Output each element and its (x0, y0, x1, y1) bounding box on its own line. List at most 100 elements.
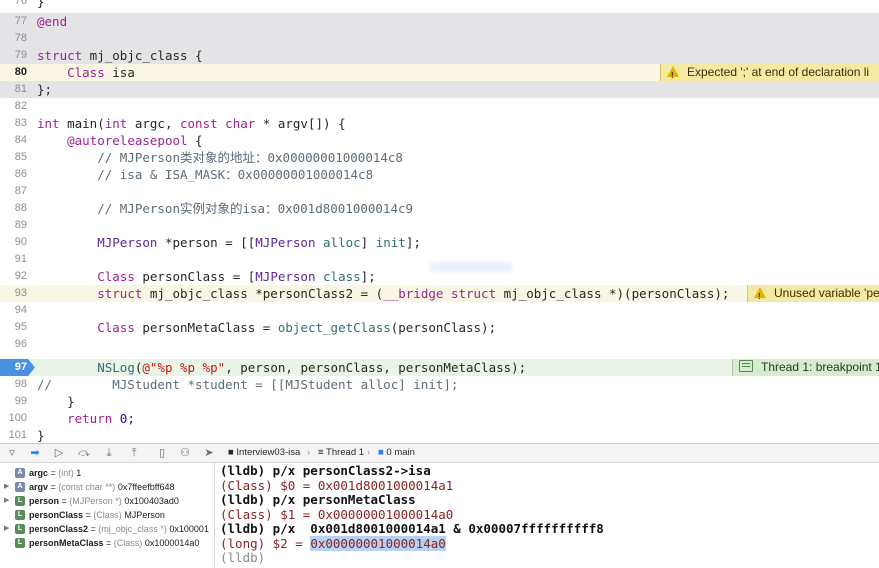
line-number: 98 (14, 378, 27, 390)
variable-row[interactable]: L personClass = (Class) MJPerson (0, 508, 214, 522)
variables-view[interactable]: A argc = (int) 1 ▶ A argv = (const char … (0, 463, 215, 568)
variable-row[interactable]: ▶ L person = (MJPerson *) 0x100403ad0 (0, 494, 214, 508)
console-prompt[interactable]: (lldb) (220, 550, 265, 566)
line-number: 82 (14, 100, 27, 112)
code-line-96: 96 (0, 336, 879, 353)
code-line-89: 89 (0, 217, 879, 234)
code-line-79: 79 struct mj_objc_class { (0, 47, 879, 64)
warning-icon (667, 66, 679, 81)
code-text: Class personMetaClass = object_getClass(… (97, 320, 497, 335)
error-annotation[interactable]: Expected ';' at end of declaration li (660, 64, 879, 81)
disclosure-triangle-icon[interactable]: ▶ (4, 522, 9, 536)
thread-icon (739, 360, 753, 372)
warning-annotation[interactable]: Unused variable 'pe (747, 285, 879, 302)
code-comment: // MJPerson类对象的地址：0x00000001000014c8 (37, 150, 403, 165)
breakpoint-annotation[interactable]: Thread 1: breakpoint 1 (732, 359, 879, 376)
argument-icon: A (15, 468, 25, 478)
local-variable-icon: L (15, 510, 25, 520)
step-over-icon[interactable]: ⤼ (77, 446, 91, 460)
source-editor[interactable]: 76 } 77 @end 78 79 struct mj_objc_class … (0, 0, 879, 443)
code-text: struct mj_objc_class { (37, 48, 203, 63)
selected-text[interactable]: 0x00000001000014a0 (310, 535, 446, 551)
continue-icon[interactable]: ▷ (52, 446, 66, 460)
code-text: Class personClass = [MJPerson class]; (97, 269, 376, 284)
breadcrumb-separator: › (367, 447, 371, 458)
line-number: 83 (14, 117, 27, 129)
line-number: 80 (14, 66, 27, 78)
line-number: 79 (14, 49, 27, 61)
line-number: 99 (14, 395, 27, 407)
disclosure-triangle-icon[interactable]: ▶ (4, 494, 9, 508)
code-text: @end (37, 14, 68, 29)
argument-icon: A (15, 482, 25, 492)
code-comment: // MJPerson实例对象的isa：0x001d8001000014c9 (37, 201, 414, 216)
code-text: Class isa (67, 65, 135, 80)
local-variable-icon: L (15, 524, 25, 534)
code-line-94: 94 (0, 302, 879, 319)
code-text: } (37, 0, 45, 9)
line-number: 97 (14, 361, 27, 373)
line-number: 94 (14, 304, 27, 316)
line-number: 101 (8, 429, 27, 441)
memory-graph-icon[interactable]: ⚇ (178, 446, 192, 460)
line-number: 81 (14, 83, 27, 95)
code-line-97: 97 NSLog(@"%p %p %p", person, personClas… (0, 359, 879, 376)
code-text: MJPerson *person = [[MJPerson alloc] ini… (97, 235, 421, 250)
disclosure-triangle-icon[interactable]: ▶ (4, 480, 9, 494)
line-number: 89 (14, 219, 27, 231)
console-output: (Class) $1 = 0x00000001000014a0 (220, 506, 454, 522)
code-line-99: 99 } (0, 393, 879, 410)
code-line-93: 93 struct mj_objc_class *personClass2 = … (0, 285, 879, 302)
code-line-101: 101 } (0, 427, 879, 443)
warning-icon (754, 287, 766, 302)
console-output: (Class) $0 = 0x001d8001000014a1 (220, 477, 454, 493)
code-text: struct mj_objc_class *personClass2 = (__… (97, 286, 730, 301)
variable-row[interactable]: A argc = (int) 1 (0, 466, 214, 480)
step-out-icon[interactable]: ⤒ (127, 446, 141, 460)
code-line-88: 88 // MJPerson实例对象的isa：0x001d8001000014c… (0, 200, 879, 217)
breadcrumb-frame[interactable]: ■ 0 main (378, 444, 415, 462)
code-line-76: 76 } (0, 0, 879, 10)
view-hierarchy-icon[interactable]: ▯ (155, 446, 169, 460)
code-line-95: 95 Class personMetaClass = object_getCla… (0, 319, 879, 336)
line-number: 84 (14, 134, 27, 146)
console-command: (lldb) p/x 0x001d8001000014a1 & 0x00007f… (220, 521, 604, 536)
simulate-location-icon[interactable]: ➤ (202, 446, 216, 460)
step-into-icon[interactable]: ⤓ (102, 446, 116, 460)
line-number: 85 (14, 151, 27, 163)
debug-toolbar: ▿ ➡ ▷ ⤼ ⤓ ⤒ ▯ ⚇ ➤ ■ Interview03-isa › ≡ … (0, 443, 879, 463)
variable-row[interactable]: ▶ A argv = (const char **) 0x7ffeefbff64… (0, 480, 214, 494)
line-number: 76 (14, 0, 27, 7)
breakpoints-toggle-icon[interactable]: ➡ (28, 446, 42, 460)
code-text: int main(int argc, const char * argv[]) … (37, 116, 346, 131)
code-line-84: 84 @autoreleasepool { (0, 132, 879, 149)
breadcrumb-separator: › (307, 447, 311, 458)
breakpoint-marker[interactable]: 97 (0, 359, 35, 376)
hide-debug-area-icon[interactable]: ▿ (5, 446, 19, 460)
line-number: 95 (14, 321, 27, 333)
variable-row[interactable]: ▶ L personClass2 = (mj_objc_class *) 0x1… (0, 522, 214, 536)
code-line-81: 81 }; (0, 81, 879, 98)
code-text: } (37, 428, 45, 443)
local-variable-icon: L (15, 496, 25, 506)
local-variable-icon: L (15, 538, 25, 548)
code-text: return 0; (67, 411, 135, 426)
lldb-console[interactable]: (lldb) p/x personClass2->isa (Class) $0 … (215, 463, 879, 568)
code-text: @autoreleasepool { (67, 133, 203, 148)
code-line-78: 78 (0, 30, 879, 47)
line-number: 92 (14, 270, 27, 282)
code-line-90: 90 MJPerson *person = [[MJPerson alloc] … (0, 234, 879, 251)
line-number: 87 (14, 185, 27, 197)
code-line-85: 85 // MJPerson类对象的地址：0x00000001000014c8 (0, 149, 879, 166)
code-comment: // MJStudent *student = [[MJStudent allo… (37, 377, 459, 392)
breadcrumb-scheme[interactable]: ■ Interview03-isa (228, 444, 300, 462)
breadcrumb-thread[interactable]: ≡ Thread 1 (318, 444, 364, 462)
line-number: 88 (14, 202, 27, 214)
variable-row[interactable]: L personMetaClass = (Class) 0x1000014a0 (0, 536, 214, 550)
code-line-92: 92 Class personClass = [MJPerson class]; (0, 268, 879, 285)
line-number: 93 (14, 287, 27, 299)
console-command: (lldb) p/x personMetaClass (220, 492, 416, 507)
code-line-98: 98 // MJStudent *student = [[MJStudent a… (0, 376, 879, 393)
console-output: (long) $2 = 0x00000001000014a0 (220, 535, 446, 551)
code-text: NSLog(@"%p %p %p", person, personClass, … (97, 360, 527, 375)
